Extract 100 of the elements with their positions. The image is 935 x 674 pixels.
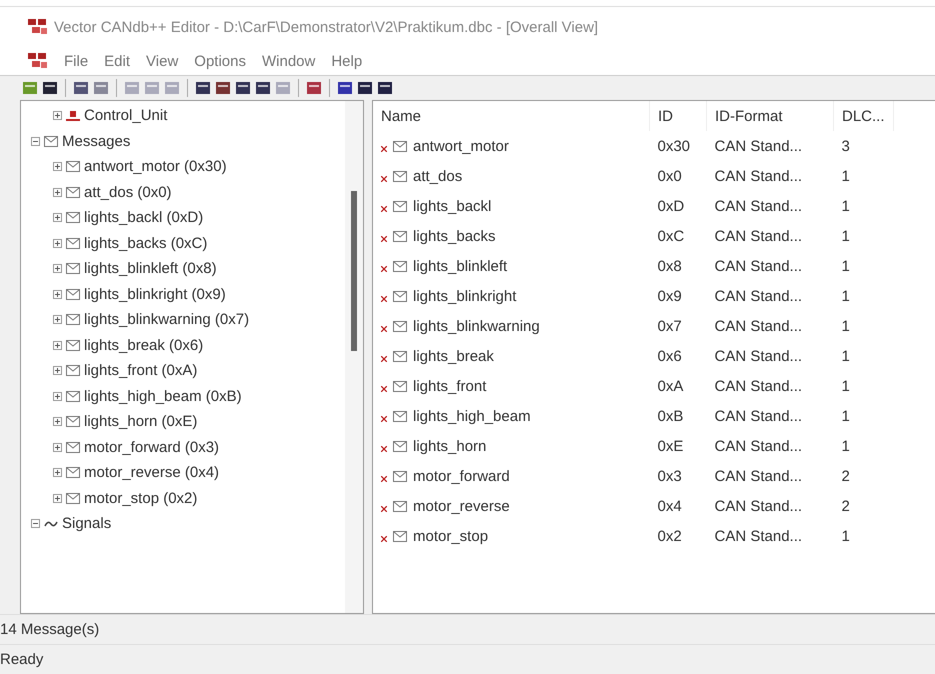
cross-icon	[381, 386, 387, 392]
menu-item[interactable]: View	[146, 52, 178, 70]
table-cell: antwort_motor	[413, 138, 509, 154]
envelope-icon	[393, 140, 407, 152]
tree-item[interactable]: lights_break (0x6)	[84, 336, 204, 354]
expander-icon[interactable]	[53, 494, 62, 503]
column-header[interactable]: ID-Format	[706, 101, 834, 131]
table-cell: 0x3	[658, 468, 682, 484]
expander-icon[interactable]	[53, 468, 62, 478]
tree-item[interactable]: att_dos (0x0)	[84, 184, 172, 201]
cross-icon	[381, 506, 387, 512]
tree-item[interactable]: motor_stop (0x2)	[84, 490, 198, 507]
cross-icon	[381, 356, 387, 362]
envelope-icon	[66, 186, 80, 198]
envelope-icon	[393, 230, 407, 242]
envelope-icon	[66, 263, 80, 274]
expander-icon[interactable]	[53, 392, 62, 401]
expander-icon[interactable]	[53, 162, 62, 172]
expander-icon[interactable]	[53, 366, 62, 376]
envelope-icon	[393, 440, 407, 452]
tree-item[interactable]: motor_reverse (0x4)	[84, 464, 220, 482]
table-cell: 1	[842, 438, 850, 454]
expander-icon[interactable]	[53, 442, 62, 452]
expander-icon[interactable]	[53, 340, 62, 350]
expander-icon[interactable]	[53, 188, 62, 197]
table-cell: motor_reverse	[413, 498, 510, 514]
expander-icon[interactable]	[53, 213, 62, 222]
tree-item[interactable]: lights_front (0xA)	[84, 362, 198, 380]
menu-item[interactable]: Help	[331, 52, 362, 70]
cross-icon	[381, 236, 387, 242]
table-cell: 1	[842, 228, 850, 244]
tree-item[interactable]: lights_blinkright (0x9)	[84, 286, 226, 303]
expander-icon[interactable]	[53, 111, 62, 120]
table-cell: 1	[842, 318, 850, 334]
table-cell: 1	[842, 378, 850, 394]
table-cell: motor_forward	[413, 468, 510, 484]
envelope-icon	[44, 136, 58, 147]
envelope-icon	[393, 500, 407, 512]
wave-icon	[44, 518, 58, 529]
menu-item[interactable]: File	[64, 52, 88, 70]
table-cell: 0xE	[658, 438, 684, 454]
column-header[interactable]: DLC...	[834, 101, 894, 131]
table-cell: motor_stop	[413, 528, 488, 544]
table-cell: 1	[842, 258, 850, 274]
tree-item[interactable]: lights_blinkleft (0x8)	[84, 260, 217, 278]
table-cell: 2	[842, 468, 850, 484]
table-cell: 0xB	[658, 408, 684, 424]
tree-item[interactable]: lights_high_beam (0xB)	[84, 388, 242, 405]
expander-icon[interactable]	[53, 417, 62, 426]
table-cell: CAN Stand...	[714, 318, 802, 334]
tree-item[interactable]: motor_forward (0x3)	[84, 438, 220, 456]
envelope-icon	[393, 320, 407, 332]
tree-item[interactable]: Signals	[62, 515, 112, 532]
menu-item[interactable]: Options	[194, 52, 246, 70]
table-cell: lights_blinkwarning	[413, 318, 540, 334]
envelope-icon	[393, 350, 407, 362]
cross-icon	[381, 326, 387, 332]
envelope-icon	[66, 161, 80, 172]
envelope-icon	[393, 470, 407, 482]
envelope-icon	[66, 442, 80, 453]
table-cell: CAN Stand...	[714, 378, 802, 394]
table-cell: lights_blinkleft	[413, 258, 508, 274]
envelope-icon	[393, 200, 407, 212]
table-cell: CAN Stand...	[714, 408, 802, 424]
envelope-icon	[66, 492, 80, 504]
expander-icon[interactable]	[31, 519, 40, 528]
tree-item[interactable]: antwort_motor (0x30)	[84, 158, 227, 176]
expander-icon[interactable]	[53, 264, 62, 274]
table-cell: 0x8	[658, 258, 682, 274]
envelope-icon	[393, 380, 407, 392]
envelope-icon	[66, 365, 80, 376]
table-cell: 3	[842, 138, 850, 154]
tree-item[interactable]: Control_Unit	[84, 107, 168, 124]
menu-item[interactable]: Edit	[104, 52, 130, 70]
envelope-icon	[66, 314, 80, 326]
cross-icon	[381, 416, 387, 422]
table-cell: lights_front	[413, 378, 486, 394]
envelope-icon	[66, 288, 80, 300]
scrollbar-thumb[interactable]	[351, 191, 357, 351]
tree-item[interactable]: lights_horn (0xE)	[84, 413, 198, 430]
app-logo-icon	[28, 18, 48, 36]
envelope-icon	[393, 260, 407, 272]
table-cell: 1	[842, 348, 850, 364]
tree-item[interactable]: lights_backs (0xC)	[84, 234, 208, 252]
expander-icon[interactable]	[31, 136, 40, 146]
tree-item[interactable]: Messages	[62, 132, 130, 150]
column-header[interactable]: Name	[373, 101, 650, 131]
expander-icon[interactable]	[53, 315, 62, 324]
table-cell: CAN Stand...	[714, 258, 802, 274]
menu-item[interactable]: Window	[262, 52, 316, 70]
table-cell: CAN Stand...	[714, 528, 802, 544]
expander-icon[interactable]	[53, 238, 62, 248]
cross-icon	[381, 476, 387, 482]
table-cell: 1	[842, 528, 850, 544]
expander-icon[interactable]	[53, 290, 62, 299]
column-header[interactable]: ID	[650, 101, 706, 131]
tree-item[interactable]: lights_backl (0xD)	[84, 209, 204, 226]
table-cell: 1	[842, 288, 850, 304]
envelope-icon	[66, 390, 80, 402]
tree-item[interactable]: lights_blinkwarning (0x7)	[84, 311, 250, 328]
